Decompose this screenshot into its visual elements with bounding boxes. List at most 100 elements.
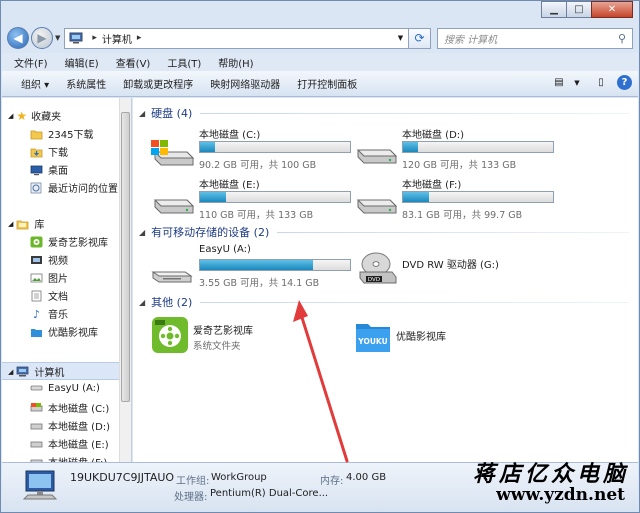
computer-name: 19UKDU7C9JJTAUO <box>70 471 175 484</box>
drive-usage-fill <box>200 260 313 270</box>
drive-name: 本地磁盘 (D:) <box>402 130 465 141</box>
drive-d[interactable]: 本地磁盘 (D:) 120 GB 可用，共 133 GB <box>352 126 554 178</box>
drive-usage-bar <box>199 259 351 271</box>
drive-usage-fill <box>200 192 226 202</box>
nav-computer[interactable]: ◢ 计算机 <box>8 364 64 379</box>
nav-item-recent-places[interactable]: 最近访问的位置 <box>30 180 118 195</box>
nav-item-label: 图片 <box>48 274 68 285</box>
drive-usage-bar <box>402 191 554 203</box>
menu-file[interactable]: 文件(F) <box>14 55 48 70</box>
hard-drive-icon <box>153 199 195 214</box>
library-icon <box>16 220 29 229</box>
close-button[interactable]: ✕ <box>591 1 633 18</box>
star-icon: ★ <box>16 108 28 123</box>
drive-name: 本地磁盘 (E:) <box>199 180 260 191</box>
drive-a-usb[interactable]: EasyU (A:) 3.55 GB 可用，共 14.1 GB <box>149 244 351 296</box>
drive-capacity: 90.2 GB 可用，共 100 GB <box>199 160 317 171</box>
desktop-icon <box>30 165 43 175</box>
nav-item-label: 本地磁盘 (C:) <box>48 404 110 415</box>
nav-item-youku-library[interactable]: 优酷影视库 <box>30 324 98 339</box>
nav-item-pictures[interactable]: 图片 <box>30 270 68 285</box>
nav-favorites[interactable]: ◢ ★ 收藏夹 <box>8 108 61 124</box>
folder-icon <box>30 130 43 139</box>
nav-scrollbar[interactable] <box>119 98 131 462</box>
drive-usage-fill <box>200 142 215 152</box>
forward-button[interactable]: ▶ <box>31 27 53 49</box>
map-network-drive-button[interactable]: 映射网络驱动器 <box>210 76 280 91</box>
nav-item-label: 最近访问的位置 <box>48 184 118 195</box>
nav-item-downloads[interactable]: 下载 <box>30 144 68 159</box>
maximize-button[interactable]: □ <box>566 1 592 18</box>
nav-libraries[interactable]: ◢ 库 <box>8 216 44 232</box>
nav-item-2345-downloads[interactable]: 2345下载 <box>30 126 93 141</box>
view-dropdown-icon[interactable]: ▼ <box>569 76 585 90</box>
video-library-icon <box>31 255 42 264</box>
drive-usage-bar <box>199 141 351 153</box>
drive-f[interactable]: 本地磁盘 (F:) 83.1 GB 可用，共 99.7 GB <box>352 176 554 228</box>
address-dropdown-icon[interactable]: ▼ <box>392 34 408 42</box>
uninstall-program-button[interactable]: 卸载或更改程序 <box>123 76 193 91</box>
preview-pane-icon[interactable]: ▯ <box>593 76 609 90</box>
menu-bar: 文件(F) 编辑(E) 查看(V) 工具(T) 帮助(H) <box>2 53 638 71</box>
nav-item-label: 爱奇艺影视库 <box>48 238 108 249</box>
dvd-drive-icon: DVD <box>359 252 397 284</box>
menu-edit[interactable]: 编辑(E) <box>65 55 99 70</box>
nav-item-drive-f[interactable]: 本地磁盘 (F:) <box>30 454 107 462</box>
iqiyi-library-item[interactable]: 爱奇艺影视库 系统文件夹 <box>149 316 349 368</box>
watermark-text: 蒋店亿众电脑 <box>472 461 629 487</box>
nav-scrollbar-thumb[interactable] <box>121 112 130 402</box>
drive-name: DVD RW 驱动器 (G:) <box>402 260 499 271</box>
group-title: 其他 (2) <box>151 296 193 309</box>
iqiyi-icon <box>152 317 188 353</box>
open-control-panel-button[interactable]: 打开控制面板 <box>297 76 357 91</box>
nav-item-desktop[interactable]: 桌面 <box>30 162 68 177</box>
collapse-icon: ◢ <box>139 297 146 307</box>
menu-tools[interactable]: 工具(T) <box>167 55 201 70</box>
nav-item-label: 本地磁盘 (E:) <box>48 440 109 451</box>
system-drive-icon <box>30 402 43 411</box>
menu-view[interactable]: 查看(V) <box>116 55 151 70</box>
address-bar[interactable]: ▸ 计算机 ▸ ▼ <box>64 27 409 49</box>
menu-help[interactable]: 帮助(H) <box>218 55 253 70</box>
recent-pages-dropdown[interactable]: ▼ <box>55 34 60 42</box>
nav-item-videos[interactable]: 视频 <box>30 252 68 267</box>
help-icon[interactable]: ? <box>617 75 632 90</box>
nav-item-label: 2345下载 <box>48 130 94 141</box>
removable-drive-icon <box>151 271 193 283</box>
nav-item-documents[interactable]: 文档 <box>30 288 68 303</box>
change-view-icon[interactable]: ▤ <box>551 76 567 90</box>
drive-capacity: 120 GB 可用，共 133 GB <box>402 160 517 171</box>
drive-e[interactable]: 本地磁盘 (E:) 110 GB 可用，共 133 GB <box>149 176 351 228</box>
search-icon: ⚲ <box>617 31 626 45</box>
group-divider <box>277 231 629 233</box>
breadcrumb-separator[interactable]: ▸ <box>92 33 97 43</box>
nav-item-drive-e[interactable]: 本地磁盘 (E:) <box>30 436 109 451</box>
memory-value: 4.00 GB <box>346 472 387 483</box>
group-removable-storage[interactable]: ◢ 有可移动存储的设备 (2) <box>139 224 629 240</box>
back-button[interactable]: ◀ <box>7 27 29 49</box>
youku-logo-text: YOUKU <box>357 337 387 346</box>
collapse-icon: ◢ <box>8 367 14 376</box>
minimize-button[interactable]: ▁ <box>541 1 567 18</box>
collapse-icon: ◢ <box>8 111 14 120</box>
command-bar: 组织 ▾ 系统属性 卸载或更改程序 映射网络驱动器 打开控制面板 ▤ ▼ ▯ ? <box>2 71 638 97</box>
drive-c[interactable]: 本地磁盘 (C:) 90.2 GB 可用，共 100 GB <box>149 126 351 178</box>
nav-item-drive-c[interactable]: 本地磁盘 (C:) <box>30 400 109 415</box>
nav-item-drive-d[interactable]: 本地磁盘 (D:) <box>30 418 110 433</box>
item-name: 爱奇艺影视库 <box>193 326 253 337</box>
system-properties-button[interactable]: 系统属性 <box>66 76 106 91</box>
downloads-folder-icon <box>30 148 43 157</box>
group-hard-disks[interactable]: ◢ 硬盘 (4) <box>139 105 629 121</box>
search-input[interactable]: 搜索 计算机 ⚲ <box>437 27 633 49</box>
drive-g-dvd[interactable]: DVD DVD RW 驱动器 (G:) <box>352 244 552 296</box>
refresh-button[interactable]: ⟳ <box>409 27 431 49</box>
group-other[interactable]: ◢ 其他 (2) <box>139 294 629 310</box>
breadcrumb-computer[interactable]: 计算机 <box>102 31 132 46</box>
nav-item-drive-a[interactable]: EasyU (A:) <box>30 382 100 394</box>
memory-label: 内存: <box>320 476 344 487</box>
organize-button[interactable]: 组织 ▾ <box>21 76 49 91</box>
youku-library-item[interactable]: YOUKU 优酷影视库 <box>352 316 552 368</box>
nav-item-music[interactable]: ♪ 音乐 <box>30 306 68 322</box>
nav-item-iqiyi-library[interactable]: 爱奇艺影视库 <box>30 234 108 249</box>
breadcrumb-separator[interactable]: ▸ <box>137 33 142 43</box>
